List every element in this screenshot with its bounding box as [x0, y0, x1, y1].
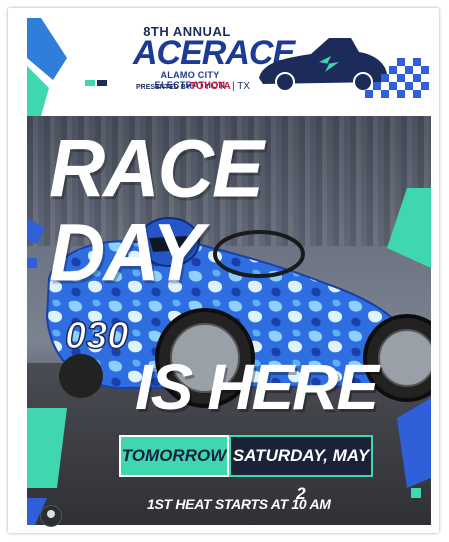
sponsor-region: | TX: [232, 81, 250, 92]
poster-header: 8TH ANNUAL ACERACE ALAMO CITY ELECTRATHO…: [27, 18, 431, 116]
presented-by-label: PRESENTED BY:: [136, 84, 193, 91]
checkered-decoration: [365, 58, 429, 98]
event-date: SATURDAY, MAY 2: [229, 435, 373, 503]
headline-race-day: RACE DAY: [49, 121, 264, 299]
sponsor-name: TOYOTA: [190, 81, 231, 92]
first-heat-time: 1ST HEAT STARTS AT 10 AM: [147, 496, 331, 512]
tomorrow-label: TOMORROW: [119, 435, 229, 477]
race-day-poster: 8TH ANNUAL ACERACE ALAMO CITY ELECTRATHO…: [27, 18, 431, 525]
user-icon[interactable]: [40, 505, 62, 527]
headline-is-here: IS HERE: [135, 351, 379, 423]
header-left-decoration: [27, 18, 107, 116]
date-banner: TOMORROW SATURDAY, MAY 2: [119, 435, 373, 503]
event-title: ACERACE: [133, 34, 295, 72]
